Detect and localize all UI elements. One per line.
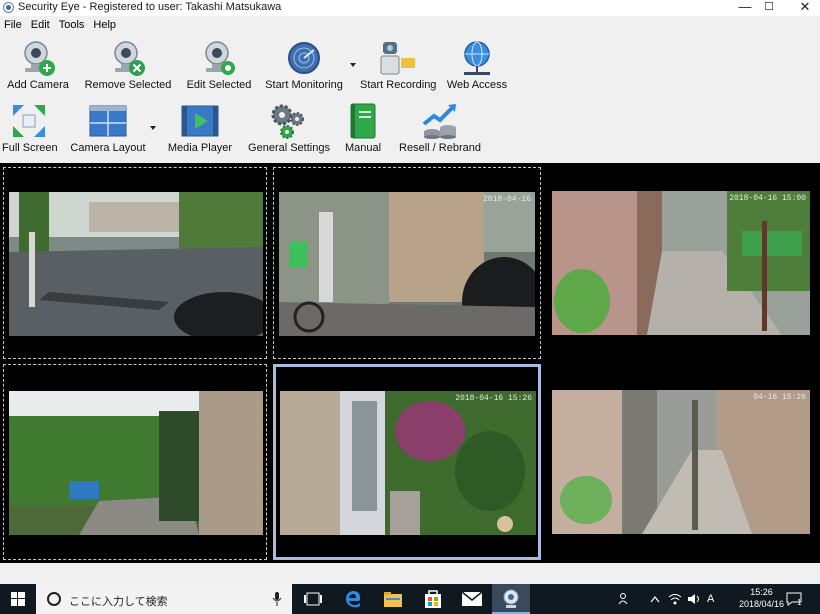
camera-image-3 <box>552 191 810 335</box>
manual-button[interactable]: Manual <box>342 100 384 156</box>
camera-image-5 <box>280 391 536 535</box>
camera-feed-2[interactable]: 2018-04-16 <box>279 192 535 336</box>
add-camera-icon <box>24 41 55 76</box>
camera-cell-4[interactable] <box>3 364 267 560</box>
taskbar: ここに入力して検索 A 15:26 2018/04/16 1 <box>0 584 820 614</box>
cortana-icon <box>47 592 61 606</box>
media-player-icon <box>181 105 219 137</box>
layout-dropdown-arrow[interactable] <box>150 126 156 130</box>
camera-layout-label: Camera Layout <box>70 142 146 154</box>
remove-selected-label: Remove Selected <box>84 79 172 91</box>
full-screen-label: Full Screen <box>2 142 58 154</box>
web-access-button[interactable]: Web Access <box>444 38 510 94</box>
camera-timestamp-3: 2018-04-16 15:00 <box>729 194 806 203</box>
media-player-button[interactable]: Media Player <box>166 100 234 156</box>
camera-cell-2[interactable]: 2018-04-16 <box>273 167 541 359</box>
book-icon <box>350 103 376 139</box>
camera-feed-3[interactable]: 2018-04-16 15:00 <box>552 191 810 335</box>
taskbar-search-box[interactable]: ここに入力して検索 <box>36 584 292 614</box>
camera-image-1 <box>9 192 263 336</box>
store-icon[interactable] <box>424 589 442 609</box>
people-icon[interactable] <box>618 593 632 605</box>
camera-image-6 <box>552 390 810 534</box>
remove-camera-icon <box>114 41 145 76</box>
camera-image-2 <box>279 192 535 336</box>
gears-icon <box>271 104 304 139</box>
web-access-label: Web Access <box>446 79 508 91</box>
monitoring-dropdown-arrow[interactable] <box>350 63 356 67</box>
taskbar-security-eye-active[interactable] <box>492 584 530 614</box>
edit-selected-button[interactable]: Edit Selected <box>184 38 254 94</box>
camera-timestamp-5: 2018-04-16 15:26 <box>455 394 532 403</box>
full-screen-button[interactable]: Full Screen <box>2 100 58 156</box>
coins-icon <box>422 104 456 139</box>
windows-start-icon[interactable] <box>11 592 25 606</box>
camera-cell-6[interactable]: 04-16 15:26 <box>547 364 815 560</box>
network-icon[interactable] <box>668 593 682 605</box>
start-monitoring-button[interactable]: Start Monitoring <box>262 38 346 94</box>
remove-selected-button[interactable]: Remove Selected <box>82 38 174 94</box>
fullscreen-icon <box>13 105 45 137</box>
camera-cell-1[interactable] <box>3 167 267 359</box>
radar-icon <box>288 42 320 74</box>
close-button[interactable]: ✕ <box>790 0 820 16</box>
add-camera-label: Add Camera <box>7 79 69 91</box>
file-explorer-icon[interactable] <box>384 591 402 607</box>
notification-count-badge: 1 <box>797 598 802 607</box>
edit-camera-icon <box>205 41 235 75</box>
menu-edit[interactable]: Edit <box>27 17 55 34</box>
chevron-up-icon[interactable] <box>650 595 660 603</box>
taskbar-clock[interactable]: 15:26 2018/04/16 <box>739 586 784 610</box>
camera-image-4 <box>9 391 263 535</box>
menu-help[interactable]: Help <box>89 17 121 34</box>
mail-icon[interactable] <box>462 592 482 606</box>
layout-icon <box>89 105 127 137</box>
media-player-label: Media Player <box>167 142 233 154</box>
clock-time: 15:26 <box>750 587 773 597</box>
start-recording-label: Start Recording <box>360 79 437 91</box>
task-view-icon[interactable] <box>304 592 322 606</box>
app-logo-icon <box>3 2 14 13</box>
add-camera-button[interactable]: Add Camera <box>2 38 74 94</box>
camera-layout-button[interactable]: Camera Layout <box>68 100 148 156</box>
camera-timestamp-2: 2018-04-16 <box>482 195 531 204</box>
search-placeholder: ここに入力して検索 <box>69 596 168 608</box>
edge-browser-icon[interactable] <box>344 590 362 608</box>
clock-date: 2018/04/16 <box>738 599 784 609</box>
resell-rebrand-button[interactable]: Resell / Rebrand <box>398 100 482 156</box>
menu-tools[interactable]: Tools <box>55 17 90 34</box>
ime-indicator[interactable]: A <box>707 593 714 605</box>
camera-feed-1[interactable] <box>9 192 263 336</box>
camera-timestamp-6: 04-16 15:26 <box>753 393 806 402</box>
menu-bar: File Edit Tools Help <box>0 17 820 33</box>
recording-icon <box>380 42 415 75</box>
camera-cell-5[interactable]: 2018-04-16 15:26 <box>273 364 541 560</box>
resell-rebrand-label: Resell / Rebrand <box>399 142 481 154</box>
title-bar: Security Eye - Registered to user: Takas… <box>0 0 820 16</box>
window-title: Security Eye - Registered to user: Takas… <box>18 1 282 13</box>
camera-feed-6[interactable]: 04-16 15:26 <box>552 390 810 534</box>
edit-selected-label: Edit Selected <box>186 79 252 91</box>
manual-label: Manual <box>344 142 382 154</box>
menu-file[interactable]: File <box>0 17 27 34</box>
globe-icon <box>464 41 490 75</box>
camera-grid: 2018-04-16 2018-04-16 15:00 2018-04-16 1… <box>0 163 820 563</box>
general-settings-button[interactable]: General Settings <box>246 100 332 156</box>
volume-icon[interactable] <box>688 593 702 605</box>
security-eye-app-icon <box>503 589 519 608</box>
microphone-icon[interactable] <box>272 592 282 606</box>
maximize-button[interactable]: ☐ <box>754 0 784 16</box>
camera-cell-3[interactable]: 2018-04-16 15:00 <box>547 167 815 359</box>
camera-feed-4[interactable] <box>9 391 263 535</box>
general-settings-label: General Settings <box>248 142 330 154</box>
start-monitoring-label: Start Monitoring <box>265 79 343 91</box>
start-recording-button[interactable]: Start Recording <box>360 38 436 94</box>
camera-feed-5[interactable]: 2018-04-16 15:26 <box>280 391 536 535</box>
